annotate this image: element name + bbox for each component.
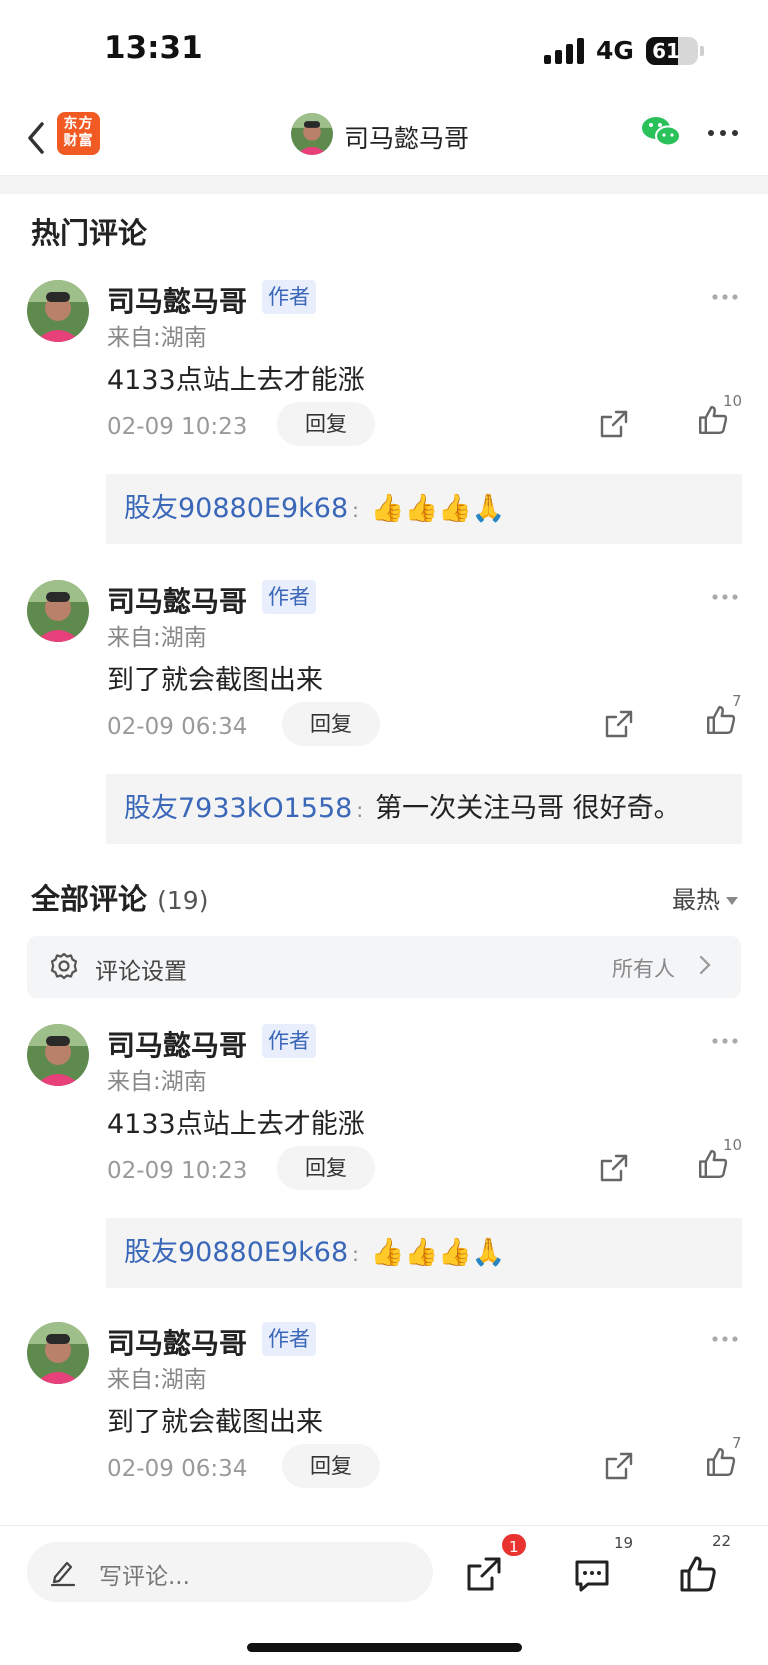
- sub-reply-text: 👍👍👍🙏: [370, 493, 506, 524]
- share-icon: [467, 1557, 501, 1591]
- avatar[interactable]: [27, 580, 89, 642]
- reply-button[interactable]: 回复: [282, 1444, 380, 1488]
- share-icon[interactable]: [598, 408, 630, 440]
- wechat-icon: [642, 117, 681, 147]
- page-title[interactable]: 司马懿马哥: [344, 119, 469, 155]
- share-badge: 1: [500, 1532, 528, 1558]
- author-tag: 作者: [262, 1322, 316, 1356]
- more-icon: [712, 1038, 738, 1044]
- share-icon[interactable]: [603, 708, 635, 740]
- like-button[interactable]: [678, 1554, 718, 1594]
- avatar[interactable]: [291, 113, 333, 155]
- share-button[interactable]: [464, 1554, 504, 1594]
- sort-dropdown[interactable]: 最热: [672, 880, 738, 915]
- network-type: 4G: [596, 36, 634, 65]
- like-count: 7: [732, 692, 742, 710]
- hot-comments-title: 热门评论: [31, 216, 148, 250]
- comment-text[interactable]: 4133点站上去才能涨: [107, 1102, 365, 1141]
- like-count: 10: [723, 1136, 743, 1154]
- sub-reply[interactable]: 股友90880E9k68: 👍👍👍🙏: [106, 1218, 742, 1288]
- comment-location: 来自:湖南: [107, 325, 207, 351]
- sub-reply-text: 👍👍👍🙏: [370, 1237, 506, 1268]
- comment-text[interactable]: 到了就会截图出来: [107, 658, 323, 697]
- comment-time: 02-09 06:34: [107, 714, 248, 740]
- wechat-share-button[interactable]: [640, 114, 682, 150]
- author-tag: 作者: [262, 1024, 316, 1058]
- sub-reply-user[interactable]: 股友90880E9k68: [124, 1237, 348, 1268]
- comment-settings-row[interactable]: 评论设置 所有人: [27, 936, 741, 998]
- comment-settings-value: 所有人: [612, 957, 675, 981]
- comment-author-name[interactable]: 司马懿马哥: [107, 280, 247, 320]
- nav-bar: 东方 财富 司马懿马哥: [0, 100, 768, 176]
- more-icon: [712, 294, 738, 300]
- like-count-badge: 22: [712, 1532, 732, 1550]
- thumbs-up-icon: [680, 1556, 716, 1592]
- comment-settings-label: 评论设置: [95, 959, 187, 985]
- comment-text[interactable]: 4133点站上去才能涨: [107, 358, 365, 397]
- status-time: 13:31: [104, 30, 203, 66]
- sub-reply-user[interactable]: 股友90880E9k68: [124, 493, 348, 524]
- avatar[interactable]: [27, 1322, 89, 1384]
- more-icon: [708, 130, 738, 136]
- comment-location: 来自:湖南: [107, 1367, 207, 1393]
- comment-more-button[interactable]: [711, 282, 739, 307]
- section-divider: [0, 176, 768, 194]
- comment-location: 来自:湖南: [107, 625, 207, 651]
- comments-button[interactable]: [572, 1556, 612, 1596]
- chevron-right-icon: [699, 954, 711, 982]
- reply-button[interactable]: 回复: [277, 402, 375, 446]
- comment-count-badge: 19: [614, 1534, 634, 1552]
- signal-icon: [544, 38, 586, 64]
- comment-count: (19): [157, 886, 209, 915]
- author-tag: 作者: [262, 280, 316, 314]
- chevron-left-icon: [28, 122, 44, 154]
- comment-time: 02-09 06:34: [107, 1456, 248, 1482]
- app-logo: 东方 财富: [57, 112, 100, 155]
- comment-more-button[interactable]: [711, 1324, 739, 1349]
- comment-time: 02-09 10:23: [107, 414, 248, 440]
- sub-reply[interactable]: 股友7933kO1558: 第一次关注马哥 很好奇。: [106, 774, 742, 844]
- like-count: 7: [732, 1434, 742, 1452]
- caret-down-icon: [726, 897, 738, 905]
- more-icon: [712, 594, 738, 600]
- comment-author-name[interactable]: 司马懿马哥: [107, 580, 247, 620]
- sub-reply[interactable]: 股友90880E9k68: 👍👍👍🙏: [106, 474, 742, 544]
- reply-button[interactable]: 回复: [282, 702, 380, 746]
- comment-more-button[interactable]: [711, 1026, 739, 1051]
- author-tag: 作者: [262, 580, 316, 614]
- back-button[interactable]: [22, 118, 52, 158]
- comment-time: 02-09 10:23: [107, 1158, 248, 1184]
- more-icon: [712, 1336, 738, 1342]
- avatar[interactable]: [27, 280, 89, 342]
- battery-icon: 61: [646, 37, 698, 65]
- sub-reply-user[interactable]: 股友7933kO1558: [124, 793, 352, 824]
- reply-button[interactable]: 回复: [277, 1146, 375, 1190]
- status-bar: 13:31 4G 61: [0, 0, 768, 100]
- battery-level: 61: [652, 39, 680, 63]
- comment-location: 来自:湖南: [107, 1069, 207, 1095]
- share-icon[interactable]: [603, 1450, 635, 1482]
- sub-reply-text: 第一次关注马哥 很好奇。: [375, 793, 681, 824]
- avatar[interactable]: [27, 1024, 89, 1086]
- write-comment-input[interactable]: 写评论...: [27, 1542, 433, 1602]
- comment-bubble-icon: [575, 1560, 609, 1592]
- gear-icon: [50, 952, 78, 980]
- comment-more-button[interactable]: [711, 582, 739, 607]
- share-icon[interactable]: [598, 1152, 630, 1184]
- all-comments-title: 全部评论 (19): [31, 882, 209, 916]
- comment-text[interactable]: 到了就会截图出来: [107, 1400, 323, 1439]
- home-indicator: [247, 1643, 522, 1652]
- more-menu-button[interactable]: [706, 118, 740, 148]
- bottom-action-bar: 写评论... 1 19 22: [0, 1525, 768, 1665]
- pen-icon: [50, 1561, 76, 1587]
- comment-author-name[interactable]: 司马懿马哥: [107, 1024, 247, 1064]
- like-count: 10: [723, 392, 743, 410]
- comment-author-name[interactable]: 司马懿马哥: [107, 1322, 247, 1362]
